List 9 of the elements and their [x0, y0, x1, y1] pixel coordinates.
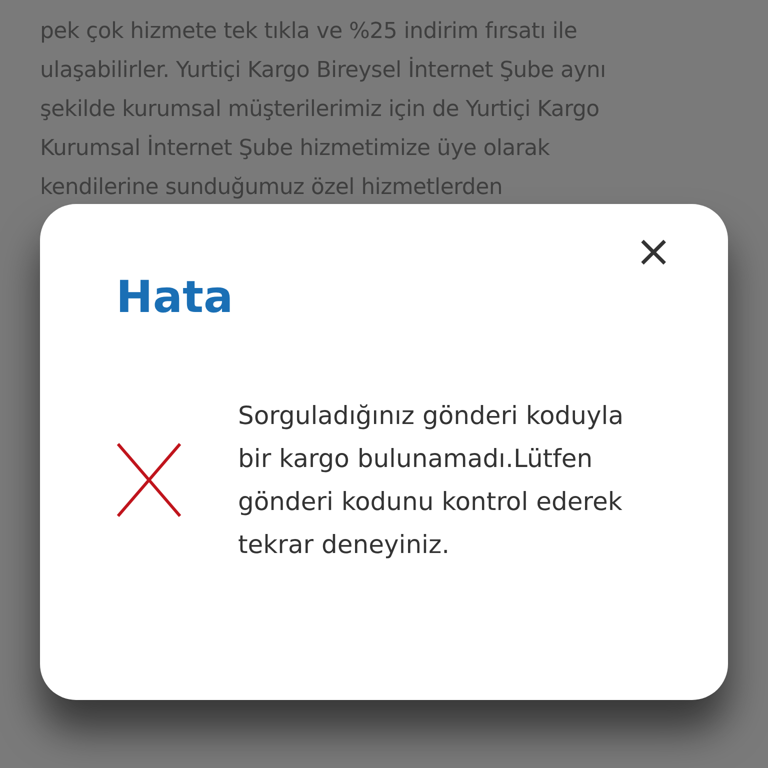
- dialog-title: Hata: [116, 274, 234, 322]
- text-line: pek çok hizmete tek tıkla ve %25 indirim fırsatı ile: [40, 18, 578, 46]
- text-line: Kurumsal İnternet Şube hizmetimize üye olarak: [40, 134, 551, 163]
- close-button[interactable]: ×: [631, 230, 676, 274]
- text-line: şekilde kurumsal müşterilerimiz için de Yurtiçi Kargo: [40, 96, 600, 124]
- error-message: Sorguladığınız gönderi koduyla bir kargo bulunamadı.Lütfen gönderi kodunu kontrol ederek tekrar deneyiniz.: [238, 400, 625, 562]
- error-x-icon: [116, 442, 182, 518]
- text-line: kendilerine sunduğumuz özel hizmetlerden: [40, 174, 504, 202]
- text-line: ulaşabilirler. Yurtiçi Kargo Bireysel İnternet Şube aynı: [40, 56, 607, 85]
